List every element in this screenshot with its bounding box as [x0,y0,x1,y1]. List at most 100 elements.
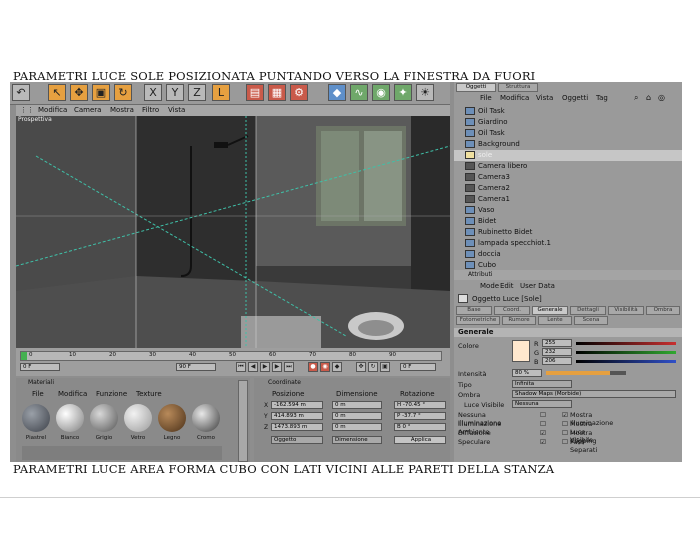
object-row-selected[interactable]: sole [454,150,682,161]
material-swatch[interactable] [90,404,118,432]
material-swatch[interactable] [158,404,186,432]
checkbox-icon[interactable]: ☐ [540,411,546,419]
live-selection-icon[interactable]: ↖ [48,84,66,101]
checkbox-icon[interactable]: ☑ [540,429,546,437]
object-row[interactable]: Camera libero [454,161,682,172]
materials-scrollbar[interactable] [238,380,248,462]
undo-icon[interactable]: ↶ [12,84,30,101]
rotation-p-field[interactable]: P -37.7 ° [394,412,446,420]
attr-menu-mode[interactable]: Mode [480,282,499,290]
g-value-field[interactable]: 232 [542,348,572,356]
object-row[interactable]: Oil Task [454,106,682,117]
material-swatch[interactable] [22,404,50,432]
material-swatch[interactable] [124,404,152,432]
position-z-field[interactable]: 1473.893 m [271,423,323,431]
tab-objects[interactable]: Oggetti [456,83,496,92]
checkbox-icon[interactable]: ☑ [540,438,546,446]
object-row[interactable]: Camera2 [454,183,682,194]
nurbs-icon[interactable]: ◉ [372,84,390,101]
keyframe-icon[interactable]: ◆ [332,362,342,372]
intensity-field[interactable]: 80 % [512,369,542,377]
search-icon[interactable]: ⌕ [634,93,638,103]
intensity-slider[interactable] [546,371,626,375]
object-row[interactable]: lampada specchiot.1 [454,238,682,249]
type-dropdown[interactable]: Infinita [512,380,572,388]
checkbox-icon[interactable]: ☑ [562,411,568,419]
checkbox-icon[interactable]: ☐ [562,438,568,446]
attr-tab-general[interactable]: Generale [532,306,568,315]
render-picture-viewer-icon[interactable]: ▦ [268,84,286,101]
mat-menu-texture[interactable]: Texture [136,390,162,398]
obj-menu-file[interactable]: File [480,94,492,102]
mat-menu-function[interactable]: Funzione [96,390,127,398]
visible-light-dropdown[interactable]: Nessuna [512,400,572,408]
material-swatch[interactable] [56,404,84,432]
attr-tab-details[interactable]: Dettagli [570,306,606,315]
timeline-ruler[interactable]: 0 10 20 30 40 50 60 70 80 90 [20,351,442,361]
object-row[interactable]: Bidet [454,216,682,227]
rotate-key-icon[interactable]: ↻ [368,362,378,372]
object-row[interactable]: Rubinetto Bidet [454,227,682,238]
attr-tab-lens[interactable]: Lente [538,316,572,325]
render-settings-icon[interactable]: ⚙ [290,84,308,101]
size-z-field[interactable]: 0 m [332,423,382,431]
viewport-menu-view[interactable]: Vista [168,106,185,114]
obj-menu-tags[interactable]: Tag [596,94,608,102]
tab-structure[interactable]: Struttura [498,83,538,92]
material-swatch[interactable] [192,404,220,432]
obj-menu-edit[interactable]: Modifica [500,94,529,102]
attr-tab-coord[interactable]: Coord. [494,306,530,315]
object-row[interactable]: Giardino [454,117,682,128]
play-icon[interactable]: ▶ [260,362,270,372]
viewport-menu-display[interactable]: Mostra [110,106,134,114]
b-value-field[interactable]: 206 [542,357,572,365]
last-frame-icon[interactable]: ⏭ [284,362,294,372]
record-icon[interactable]: ● [308,362,318,372]
object-row[interactable]: doccia [454,249,682,260]
deformer-icon[interactable]: ✦ [394,84,412,101]
obj-menu-objects[interactable]: Oggetti [562,94,588,102]
size-mode-dropdown[interactable]: Dimensione [332,436,382,444]
mat-menu-file[interactable]: File [32,390,44,398]
viewport-menu-edit[interactable]: Modifica [38,106,67,114]
spline-icon[interactable]: ∿ [350,84,368,101]
attr-menu-userdata[interactable]: User Data [520,282,555,290]
object-row[interactable]: Background [454,139,682,150]
timeline-playhead[interactable] [21,352,27,360]
scale-icon[interactable]: ▣ [92,84,110,101]
size-x-field[interactable]: 0 m [332,401,382,409]
object-row[interactable]: Camera1 [454,194,682,205]
move-key-icon[interactable]: ✥ [356,362,366,372]
coord-system-icon[interactable]: L [212,84,230,101]
timeline[interactable]: 0 10 20 30 40 50 60 70 80 90 0 F 90 F 0 … [16,348,450,376]
obj-menu-view[interactable]: Vista [536,94,553,102]
z-axis-icon[interactable]: Z [188,84,206,101]
rotation-h-field[interactable]: H -70.45 ° [394,401,446,409]
cube-icon[interactable]: ◆ [328,84,346,101]
move-icon[interactable]: ✥ [70,84,88,101]
filter-icon[interactable]: ◎ [658,93,665,102]
checkbox-icon[interactable]: ☐ [562,429,568,437]
object-row[interactable]: Vaso [454,205,682,216]
perspective-viewport[interactable]: Prospettiva [16,116,450,348]
viewport-menu-filter[interactable]: Filtro [142,106,159,114]
environment-icon[interactable]: ☀ [416,84,434,101]
scale-key-icon[interactable]: ▣ [380,362,390,372]
attr-tab-photometric[interactable]: Fotometriche [456,316,500,325]
render-view-icon[interactable]: ▤ [246,84,264,101]
apply-button[interactable]: Applica [394,436,446,444]
home-icon[interactable]: ⌂ [646,93,651,102]
position-x-field[interactable]: -162.594 m [271,401,323,409]
rotate-icon[interactable]: ↻ [114,84,132,101]
r-value-field[interactable]: 255 [542,339,572,347]
color-swatch[interactable] [512,340,530,362]
object-row[interactable]: Oil Task [454,128,682,139]
size-y-field[interactable]: 0 m [332,412,382,420]
g-slider[interactable] [576,351,676,354]
shadow-dropdown[interactable]: Shadow Maps (Morbide) [512,390,676,398]
next-frame-icon[interactable]: ▶ [272,362,282,372]
attr-tab-visibility[interactable]: Visibilità [608,306,644,315]
b-slider[interactable] [576,360,676,363]
y-axis-icon[interactable]: Y [166,84,184,101]
checkbox-icon[interactable]: ☐ [562,420,568,428]
